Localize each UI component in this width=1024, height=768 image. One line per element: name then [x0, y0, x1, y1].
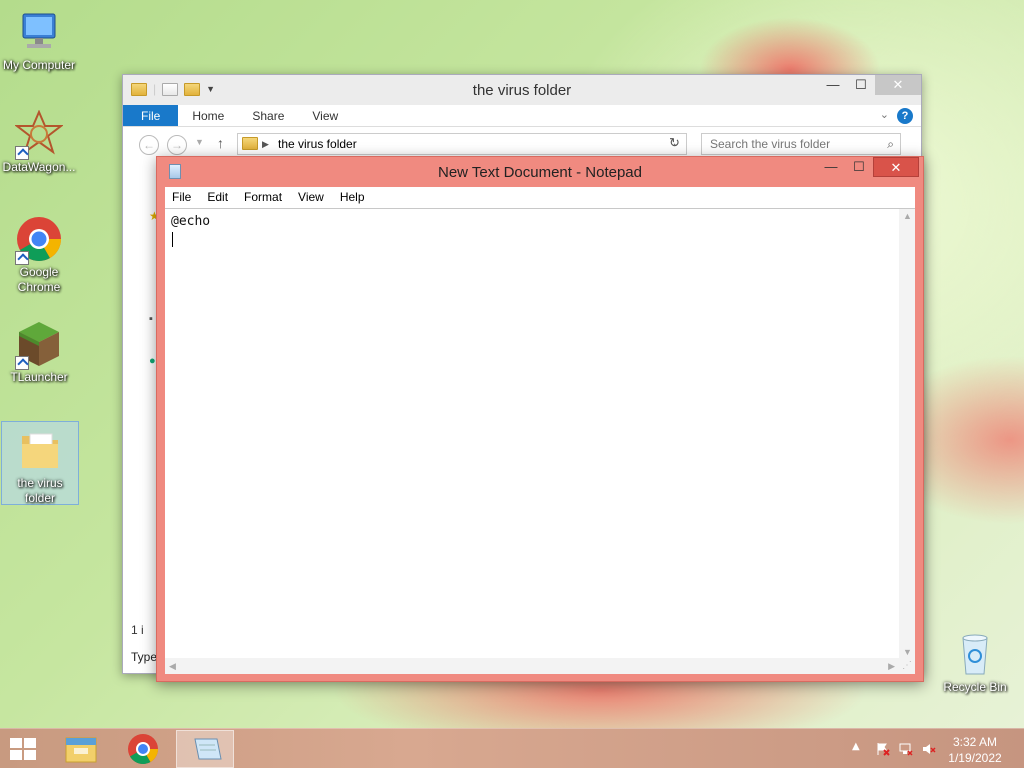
horizontal-scrollbar[interactable]: ◀ ▶ — [165, 658, 899, 674]
folder-icon — [242, 137, 258, 150]
desktop-icon-my-computer[interactable]: My Computer — [0, 8, 78, 73]
folder-icon — [16, 426, 64, 474]
computer-icon — [15, 8, 63, 56]
desktop-icon-label: DataWagon... — [2, 160, 76, 174]
maximize-button[interactable]: ☐ — [847, 75, 875, 95]
minecraft-block-icon — [15, 320, 63, 370]
up-arrow-icon[interactable]: ↑ — [217, 135, 224, 151]
column-header-type[interactable]: Type — [131, 650, 157, 664]
recycle-bin-icon — [951, 630, 999, 678]
status-bar-count: 1 i — [131, 623, 144, 637]
vertical-scrollbar[interactable]: ▲ ▼ — [899, 209, 915, 659]
editor-content[interactable]: @echo — [171, 213, 210, 230]
desktop-icon-label: Recycle Bin — [943, 680, 1007, 694]
forward-button[interactable]: → — [167, 135, 187, 155]
tab-home[interactable]: Home — [178, 105, 238, 126]
close-button[interactable]: ✕ — [873, 157, 919, 177]
homegroup-icon: ● — [149, 355, 156, 367]
network-icon: ▪ — [149, 313, 153, 325]
menu-format[interactable]: Format — [237, 187, 289, 208]
address-input[interactable]: ▶ the virus folder ⌄ — [237, 133, 687, 155]
desktop-icon-datawagon[interactable]: DataWagon... — [0, 109, 78, 175]
network-status-icon[interactable] — [899, 742, 913, 756]
notepad-titlebar[interactable]: New Text Document - Notepad — ☐ ✕ — [157, 157, 923, 187]
file-explorer-icon — [65, 737, 97, 763]
resize-grip-icon[interactable]: ⋰ — [899, 658, 915, 674]
tab-file[interactable]: File — [123, 105, 179, 126]
shortcut-arrow-icon — [15, 251, 29, 265]
text-caret — [172, 232, 173, 247]
chrome-icon — [15, 215, 63, 265]
search-input[interactable]: Search the virus folder ⌕ — [701, 133, 901, 155]
tab-view[interactable]: View — [298, 105, 352, 126]
notepad-icon — [194, 738, 222, 760]
scroll-down-icon[interactable]: ▼ — [903, 647, 912, 657]
ribbon-tabs: File Home Share View ⌄ ? — [123, 105, 921, 127]
recent-locations-icon[interactable]: ▼ — [195, 137, 204, 147]
minimize-button[interactable]: — — [819, 75, 847, 95]
menu-edit[interactable]: Edit — [200, 187, 235, 208]
help-icon[interactable]: ? — [897, 108, 913, 124]
taskbar-notepad[interactable] — [176, 730, 234, 768]
taskbar-file-explorer[interactable] — [52, 730, 110, 768]
clock-date: 1/19/2022 — [948, 751, 1002, 765]
text-editor[interactable]: @echo ▲ ▼ ◀ ▶ ⋰ — [165, 208, 915, 674]
shortcut-arrow-icon — [15, 146, 29, 160]
scroll-up-icon[interactable]: ▲ — [903, 211, 912, 221]
menu-file[interactable]: File — [165, 187, 198, 208]
minimize-button[interactable]: — — [817, 157, 845, 177]
datawagon-icon — [14, 109, 64, 160]
refresh-icon[interactable]: ↻ — [669, 135, 680, 151]
desktop-icon-google-chrome[interactable]: Google Chrome — [0, 215, 78, 295]
maximize-button[interactable]: ☐ — [845, 157, 873, 177]
search-placeholder: Search the virus folder — [710, 137, 831, 151]
scroll-right-icon[interactable]: ▶ — [888, 661, 895, 672]
back-button[interactable]: ← — [139, 135, 159, 155]
volume-muted-icon[interactable] — [922, 742, 936, 756]
system-clock[interactable]: 3:32 AM 1/19/2022 — [940, 734, 1010, 766]
desktop-icon-label: TLauncher — [10, 370, 68, 384]
action-center-flag-icon[interactable] — [876, 742, 890, 756]
menu-help[interactable]: Help — [333, 187, 372, 208]
tab-share[interactable]: Share — [238, 105, 298, 126]
expand-ribbon-icon[interactable]: ⌄ — [880, 108, 889, 121]
scroll-left-icon[interactable]: ◀ — [169, 661, 176, 672]
menu-view[interactable]: View — [291, 187, 331, 208]
notepad-window[interactable]: New Text Document - Notepad — ☐ ✕ File E… — [156, 156, 924, 682]
taskbar: ▲ 3:32 AM 1/19/2022 — [0, 728, 1024, 768]
menu-bar: File Edit Format View Help — [165, 187, 915, 208]
search-icon: ⌕ — [887, 137, 894, 151]
desktop-icon-label: the virus folder — [17, 476, 63, 505]
taskbar-chrome[interactable] — [114, 730, 172, 768]
start-button[interactable] — [10, 738, 38, 762]
clock-time: 3:32 AM — [952, 735, 998, 749]
desktop-icon-recycle-bin[interactable]: Recycle Bin — [936, 630, 1014, 695]
chrome-icon — [128, 734, 158, 765]
show-hidden-icons-icon[interactable]: ▲ — [852, 741, 860, 752]
close-button[interactable]: ✕ — [875, 75, 921, 95]
breadcrumb-chevron-icon: ▶ — [262, 139, 269, 149]
window-title: the virus folder — [472, 82, 572, 99]
desktop-icon-label: My Computer — [2, 58, 76, 72]
shortcut-arrow-icon — [15, 356, 29, 370]
window-title: New Text Document - Notepad — [438, 164, 642, 181]
explorer-titlebar[interactable]: | ▼ the virus folder — ☐ ✕ — [123, 75, 921, 105]
desktop-icon-the-virus-folder[interactable]: the virus folder — [1, 421, 79, 505]
desktop-icon-label: Google Chrome — [17, 265, 61, 294]
desktop-icon-tlauncher[interactable]: TLauncher — [0, 320, 78, 385]
address-path: the virus folder — [278, 137, 357, 151]
